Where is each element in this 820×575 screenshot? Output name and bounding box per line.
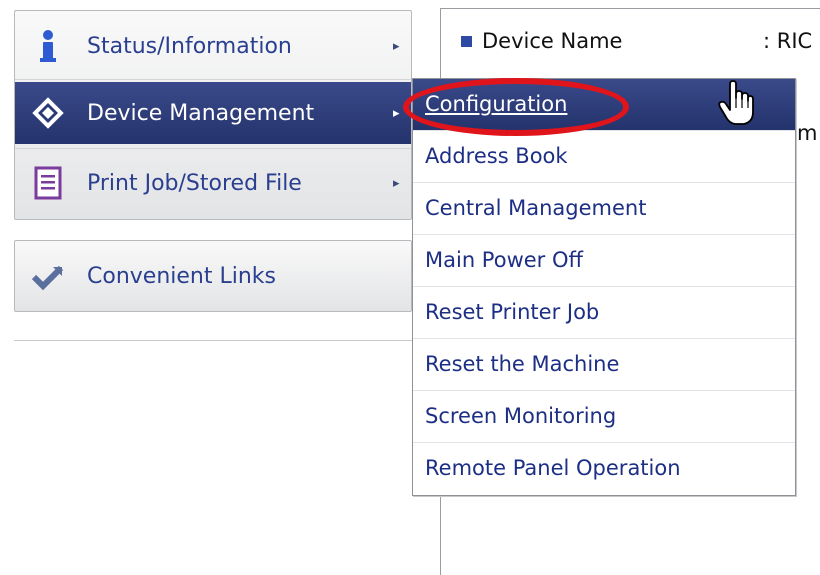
menu-item-convenient-links[interactable]: Convenient Links	[15, 245, 411, 307]
hand-pointer-cursor-icon	[718, 80, 754, 125]
submenu-item-label: Screen Monitoring	[425, 404, 617, 428]
document-icon	[34, 166, 62, 200]
divider	[14, 340, 414, 341]
divider	[15, 148, 411, 149]
menu-item-label: Device Management	[87, 100, 315, 126]
submenu-item-label: Reset the Machine	[425, 352, 620, 376]
partial-content-text: m	[797, 121, 818, 145]
menu-item-label: Print Job/Stored File	[87, 170, 302, 196]
submenu-arrow-icon: ▸	[393, 175, 400, 191]
device-name-row: Device Name	[461, 29, 622, 53]
submenu-item-label: Configuration	[425, 92, 568, 116]
submenu-item-address-book[interactable]: Address Book	[413, 131, 795, 183]
diamond-icon	[32, 97, 64, 129]
submenu-item-label: Reset Printer Job	[425, 300, 600, 324]
submenu-arrow-icon: ▸	[393, 38, 400, 54]
submenu-item-label: Central Management	[425, 196, 647, 220]
menu-item-status-information[interactable]: Status/Information ▸	[15, 15, 411, 77]
submenu-item-screen-monitoring[interactable]: Screen Monitoring	[413, 391, 795, 443]
menu-item-label: Convenient Links	[87, 263, 276, 289]
submenu-item-label: Main Power Off	[425, 248, 583, 272]
menu-item-print-job-stored-file[interactable]: Print Job/Stored File ▸	[15, 152, 411, 214]
menu-item-label: Status/Information	[87, 33, 292, 59]
info-icon	[40, 30, 56, 62]
menu-item-device-management[interactable]: Device Management ▸	[15, 82, 411, 144]
check-arrow-icon	[31, 265, 64, 291]
menu-group-links: Convenient Links	[14, 240, 412, 312]
submenu-item-label: Address Book	[425, 144, 568, 168]
submenu-item-remote-panel-operation[interactable]: Remote Panel Operation	[413, 443, 795, 495]
submenu-item-reset-the-machine[interactable]: Reset the Machine	[413, 339, 795, 391]
device-name-value: : RIC	[763, 29, 813, 53]
submenu-item-label: Remote Panel Operation	[425, 456, 681, 480]
bullet-square-icon	[461, 35, 472, 47]
device-name-label: Device Name	[482, 29, 623, 53]
submenu-item-main-power-off[interactable]: Main Power Off	[413, 235, 795, 287]
menu-group-main: Status/Information ▸ Device Management ▸…	[14, 10, 412, 220]
submenu-item-central-management[interactable]: Central Management	[413, 183, 795, 235]
device-management-submenu: Configuration Address Book Central Manag…	[412, 78, 796, 496]
submenu-item-reset-printer-job[interactable]: Reset Printer Job	[413, 287, 795, 339]
submenu-arrow-icon: ▸	[393, 105, 400, 121]
divider	[15, 79, 411, 80]
